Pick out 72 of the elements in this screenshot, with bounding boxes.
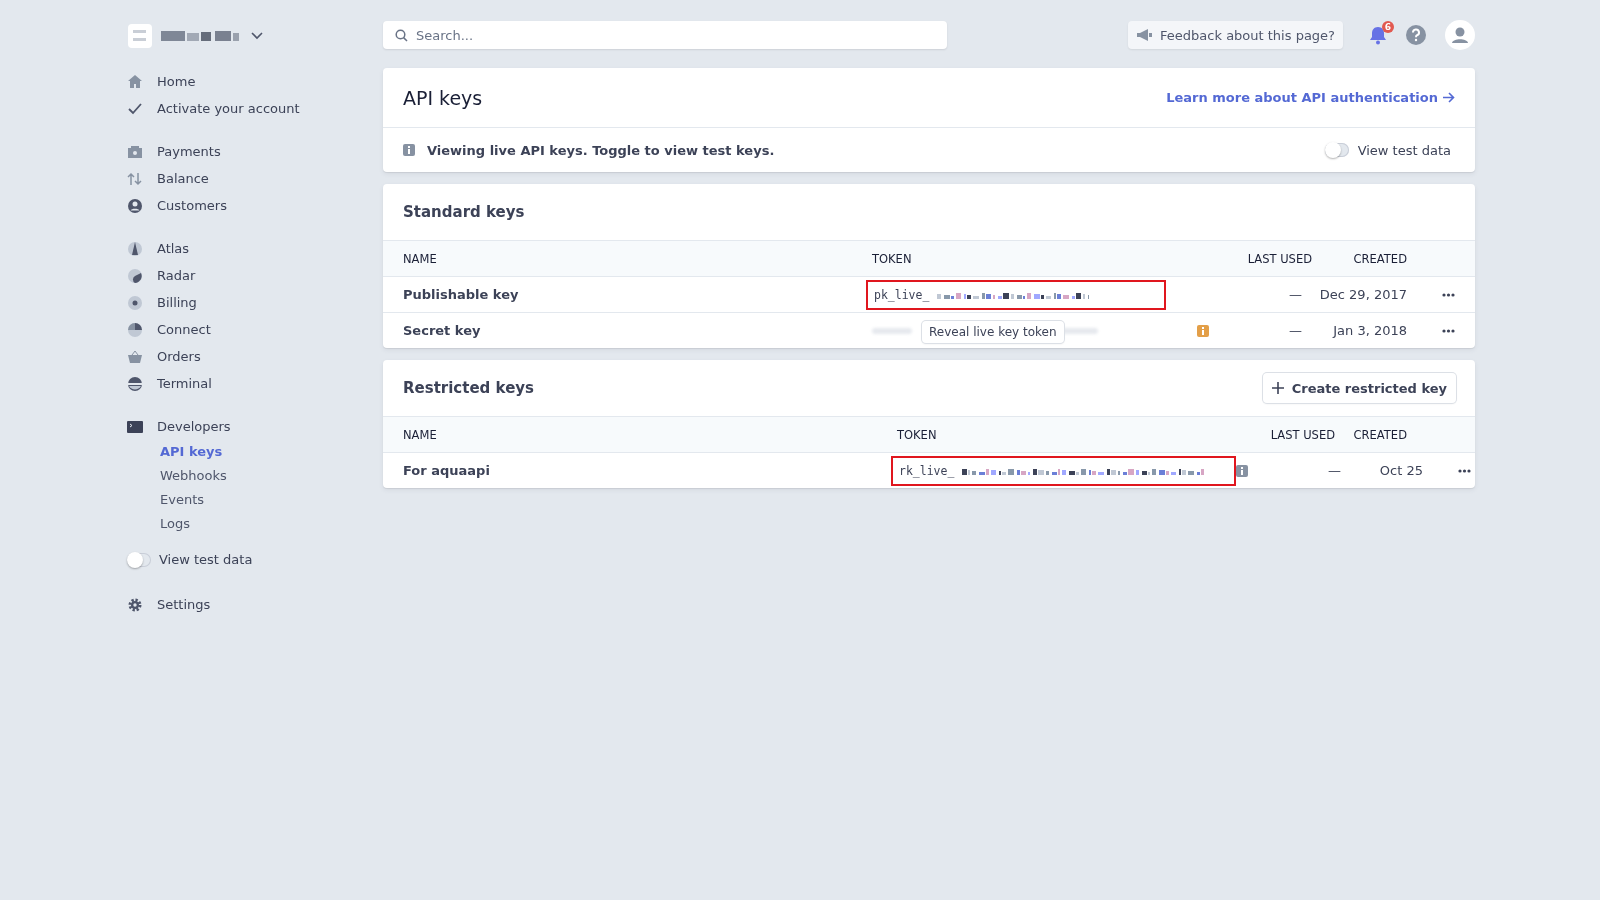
created-cell-text: Dec 29, 2017 <box>1318 287 1407 302</box>
column-header: TOKEN <box>872 251 913 266</box>
toggle-switch[interactable] <box>1324 143 1349 157</box>
toggle-label: View test data <box>1357 142 1451 158</box>
reveal-token-button[interactable]: Reveal live key token <box>922 320 1064 343</box>
nav-item[interactable]: Orders <box>127 343 383 370</box>
token-text: rk_live_ <box>899 463 955 478</box>
column-header: LAST USED <box>1269 427 1335 442</box>
create-key-button[interactable]: Create restricted key <box>1262 373 1456 403</box>
created-cell-text: Jan 3, 2018 <box>1331 323 1407 338</box>
home-icon <box>127 73 143 90</box>
nav-item[interactable]: Terminal <box>127 370 383 397</box>
nav-item[interactable]: Atlas <box>127 235 383 262</box>
column-header: CREATED <box>1352 427 1407 442</box>
chevron-down-icon[interactable] <box>251 32 263 40</box>
column-header: CREATED <box>1352 251 1407 266</box>
page-title: API keys <box>403 86 483 109</box>
column-header: TOKEN <box>897 427 938 442</box>
bell-icon[interactable] <box>1369 25 1387 45</box>
search-field[interactable]: Search... <box>383 21 947 49</box>
nav-item[interactable]: Balance <box>127 165 383 192</box>
sail-icon <box>127 240 143 257</box>
nav-item[interactable]: Customers <box>127 192 383 219</box>
nav-item[interactable]: Home <box>127 68 383 95</box>
column-header: NAME <box>403 427 438 442</box>
last-used-cell-text: — <box>1288 323 1303 338</box>
nav-item[interactable]: Radar <box>127 262 383 289</box>
logo-icon <box>127 23 153 49</box>
nav-subitem[interactable]: API keys <box>127 440 383 464</box>
column-header: NAME <box>403 251 438 266</box>
nav-subitem[interactable]: Webhooks <box>127 464 383 488</box>
nav-item[interactable]: Payments <box>127 138 383 165</box>
settings-icon <box>127 596 143 613</box>
toggle-label: View test data <box>159 552 253 567</box>
last-used-cell-text: — <box>1327 463 1342 478</box>
transfer-icon <box>127 170 143 187</box>
section-title: Restricted keys <box>403 379 534 397</box>
more-icon[interactable] <box>1458 468 1471 473</box>
section-title: Standard keys <box>403 203 525 221</box>
pie-icon <box>127 321 143 338</box>
more-icon[interactable] <box>1442 328 1455 333</box>
key-name: Secret key <box>403 323 482 338</box>
feedback-button[interactable]: Feedback about this page? <box>1128 21 1343 49</box>
arrow-right-icon <box>1443 92 1455 103</box>
nav-item[interactable]: Developers <box>127 413 383 440</box>
person-icon <box>127 197 143 214</box>
avatar-icon[interactable] <box>1445 20 1475 50</box>
notice-text: Viewing live API keys. Toggle to view test keys. <box>427 142 776 158</box>
notification-count: 6 <box>1381 21 1394 33</box>
column-header: LAST USED <box>1246 251 1312 266</box>
target-icon <box>127 294 143 311</box>
more-icon[interactable] <box>1442 292 1455 297</box>
basket-icon <box>127 348 143 365</box>
created-cell-text: Oct 25 <box>1378 463 1423 478</box>
nav-subitem[interactable]: Events <box>127 488 383 512</box>
info-icon <box>403 144 415 156</box>
nav-item[interactable]: Activate your account <box>127 95 383 122</box>
nav-item[interactable]: Billing <box>127 289 383 316</box>
plus-icon <box>1271 382 1284 394</box>
nav-subitem[interactable]: Logs <box>127 512 383 536</box>
docs-link[interactable]: Learn more about API authentication <box>1166 90 1455 105</box>
last-used-cell-text: — <box>1288 287 1303 302</box>
megaphone-icon <box>1136 29 1153 41</box>
token-text: pk_live_ <box>874 287 930 302</box>
console-icon <box>127 418 143 435</box>
key-name: Publishable key <box>403 287 520 302</box>
toggle-switch[interactable] <box>127 552 151 567</box>
search-icon <box>395 29 408 42</box>
help-icon[interactable] <box>1405 24 1427 46</box>
nav-item[interactable]: Settings <box>127 591 383 618</box>
nav-item[interactable]: Connect <box>127 316 383 343</box>
key-name: For aquaapi <box>403 463 491 478</box>
